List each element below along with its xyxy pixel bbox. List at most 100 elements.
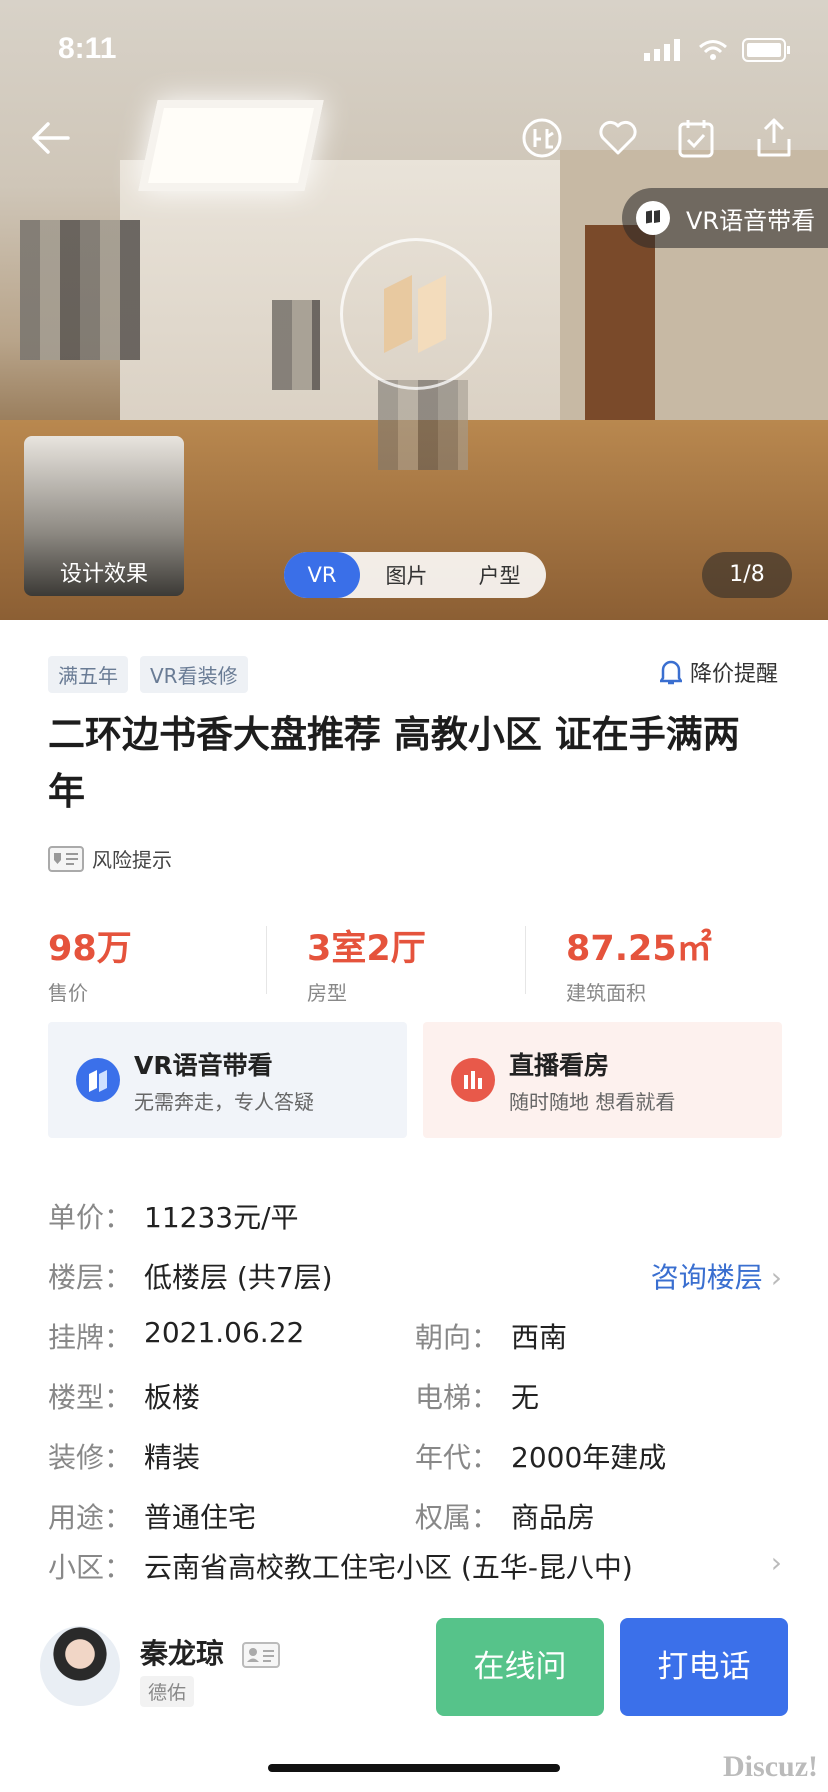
live-card-subtitle: 随时随地 想看就看	[509, 1089, 676, 1114]
segment-photos[interactable]: 图片	[360, 560, 453, 590]
watermark: Discuz!	[723, 1750, 818, 1783]
listing-tags: 满五年 VR看装修	[48, 656, 248, 693]
detail-key: 小区：	[48, 1551, 133, 1584]
detail-key: 单价：	[48, 1201, 133, 1234]
stat-label: 售价	[48, 981, 88, 1005]
divider	[525, 926, 526, 994]
key-stats: 98万 售价 3室2厅 房型 87.25㎡ 建筑面积	[48, 920, 784, 1006]
heart-icon	[599, 120, 637, 155]
vr-logo-icon	[76, 1058, 120, 1102]
detail-row: 用途： 普通住宅 权属： 商品房	[48, 1486, 782, 1546]
share-icon	[757, 118, 791, 157]
bell-icon	[659, 660, 682, 685]
ask-floor-link[interactable]: 咨询楼层 ›	[651, 1256, 782, 1296]
vr-voice-tour-pill[interactable]: VR语音带看	[622, 188, 828, 248]
compare-icon	[522, 118, 562, 158]
mosaic-blur	[272, 300, 320, 390]
listing-title: 二环边书香大盘推荐 高教小区 证在手满两年	[48, 713, 740, 813]
chevron-right-icon: ›	[770, 1546, 782, 1579]
vr-play-button[interactable]	[340, 238, 492, 390]
live-tour-card[interactable]: 直播看房 随时随地 想看就看	[423, 1022, 782, 1138]
vr-voice-tour-card[interactable]: VR语音带看 无需奔走，专人答疑	[48, 1022, 407, 1138]
detail-key: 楼层：	[48, 1261, 133, 1294]
vr-pill-label: VR语音带看	[686, 206, 816, 235]
detail-row: 楼层： 低楼层 (共7层) 咨询楼层 ›	[48, 1246, 782, 1306]
detail-key: 电梯：	[415, 1381, 500, 1414]
ask-floor-label: 咨询楼层	[650, 1261, 763, 1294]
detail-value: 无	[511, 1381, 540, 1414]
back-arrow-icon	[32, 122, 70, 154]
tag: 满五年	[48, 656, 128, 693]
vr-card-subtitle: 无需奔走，专人答疑	[134, 1089, 314, 1114]
agent-company: 德佑	[140, 1676, 195, 1707]
mosaic-blur	[378, 380, 468, 470]
calendar-check-icon	[678, 120, 714, 158]
live-card-title: 直播看房	[509, 1050, 610, 1080]
vr-logo-icon	[636, 201, 670, 235]
mosaic-blur	[20, 220, 140, 360]
online-chat-button[interactable]: 在线问	[436, 1618, 604, 1716]
detail-value: 2000年建成	[511, 1441, 667, 1474]
agent-name-row: 秦龙琼	[140, 1632, 280, 1672]
id-card-icon	[241, 1642, 280, 1668]
favorite-button[interactable]	[594, 114, 642, 162]
stat-price: 98万 售价	[48, 920, 266, 1006]
agent-avatar[interactable]	[40, 1626, 120, 1706]
community-row[interactable]: 小区： 云南省高校教工住宅小区 (五华-昆八中) ›	[48, 1546, 782, 1590]
back-button[interactable]	[26, 114, 74, 162]
status-bar: 8:11	[0, 28, 828, 68]
detail-value: 2021.06.22	[144, 1316, 305, 1349]
stat-label: 房型	[307, 981, 347, 1005]
detail-row: 装修： 精装 年代： 2000年建成	[48, 1426, 782, 1486]
detail-value: 云南省高校教工住宅小区 (五华-昆八中)	[144, 1551, 633, 1584]
tag: VR看装修	[140, 656, 248, 693]
design-effect-label: 设计效果	[59, 562, 148, 587]
detail-key: 装修：	[48, 1441, 133, 1474]
segment-floorplan[interactable]: 户型	[453, 560, 546, 590]
detail-key: 年代：	[415, 1441, 500, 1474]
design-effect-thumbnail[interactable]: 设计效果	[24, 436, 184, 596]
detail-key: 权属：	[415, 1501, 500, 1534]
wifi-icon	[699, 40, 727, 60]
share-button[interactable]	[750, 114, 798, 162]
detail-key: 朝向：	[415, 1321, 500, 1354]
media-segment-control: VR 图片 户型	[284, 552, 546, 598]
property-details: 单价： 11233元/平 楼层： 低楼层 (共7层) 咨询楼层 › 挂牌： 2021…	[48, 1186, 782, 1590]
detail-value: 商品房	[511, 1501, 596, 1534]
divider	[266, 926, 267, 994]
bottom-action-bar: 秦龙琼 德佑 在线问 打电话	[0, 1596, 828, 1792]
segment-vr[interactable]: VR	[284, 552, 360, 598]
battery-icon	[742, 38, 790, 62]
live-bars-icon	[451, 1058, 495, 1102]
detail-value: 11233元/平	[144, 1201, 299, 1234]
vr-logo-icon	[384, 275, 446, 353]
home-indicator	[268, 1764, 560, 1772]
call-button[interactable]: 打电话	[620, 1618, 788, 1716]
vr-card-title: VR语音带看	[134, 1050, 273, 1080]
compare-button[interactable]	[518, 114, 566, 162]
agent-name: 秦龙琼	[140, 1637, 225, 1670]
schedule-button[interactable]	[672, 114, 720, 162]
detail-key: 用途：	[48, 1501, 133, 1534]
stat-label: 建筑面积	[566, 981, 646, 1005]
detail-value: 板楼	[144, 1381, 201, 1414]
stat-value: 98万	[48, 929, 132, 969]
detail-value: 低楼层 (共7层)	[144, 1261, 333, 1294]
detail-value: 普通住宅	[144, 1501, 257, 1534]
price-drop-alert-label: 降价提醒	[689, 662, 778, 687]
chevron-right-icon: ›	[770, 1261, 782, 1294]
detail-key: 楼型：	[48, 1381, 133, 1414]
detail-value: 西南	[511, 1321, 568, 1354]
stat-layout: 3室2厅 房型	[307, 920, 525, 1006]
risk-notice[interactable]: 风险提示	[48, 844, 172, 873]
hero-image[interactable]: 8:11 VR语音带看 设计效果 VR 图片 户型 1/8	[0, 0, 828, 620]
signal-icon	[644, 39, 680, 61]
stat-value: 3室2厅	[307, 929, 426, 969]
status-time: 8:11	[58, 32, 117, 65]
detail-row: 单价： 11233元/平	[48, 1186, 782, 1246]
detail-value: 精装	[144, 1441, 201, 1474]
id-card-icon	[48, 845, 84, 872]
stat-area: 87.25㎡ 建筑面积	[566, 920, 784, 1006]
detail-key: 挂牌：	[48, 1321, 133, 1354]
price-drop-alert-button[interactable]: 降价提醒	[659, 656, 778, 688]
